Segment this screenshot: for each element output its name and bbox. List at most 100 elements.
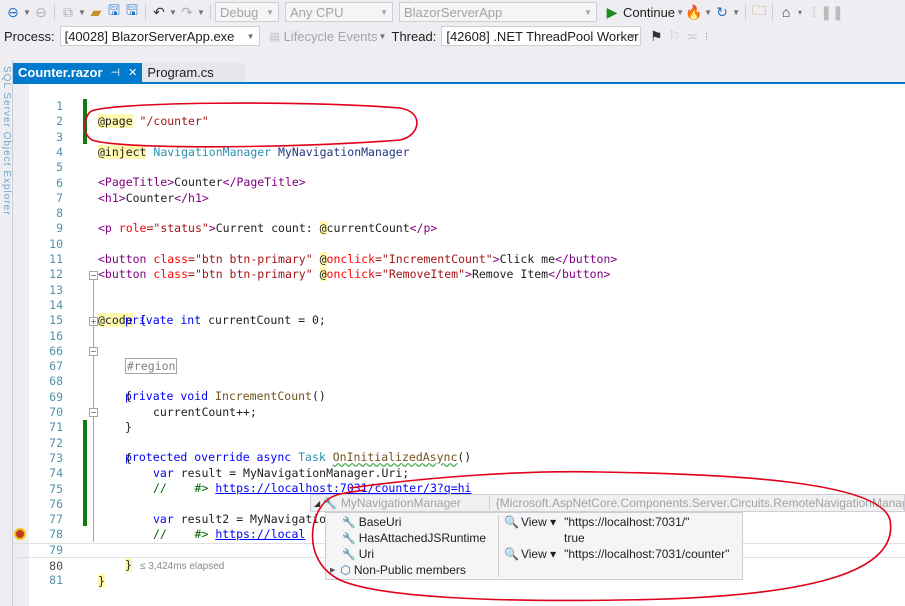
chevron-down-icon: ▼ — [246, 31, 255, 41]
continue-button[interactable]: Continue — [623, 5, 675, 20]
sql-server-object-explorer-tab[interactable]: SQL Server Object Explorer — [1, 66, 12, 216]
code-line: 7 — [13, 176, 905, 205]
redo-dropdown[interactable]: ▼ — [196, 8, 206, 17]
flag-all-threads-icon[interactable]: ⚐ — [665, 27, 683, 45]
debug-location-toolbar: Process: [40028] BlazorServerApp.exe ▼ ▤ … — [0, 24, 905, 48]
window-home-icon[interactable]: ⌂ — [777, 3, 795, 21]
member-value[interactable]: "https://localhost:7031/" — [564, 515, 689, 529]
hot-reload-flame-icon[interactable]: 🔥 — [685, 3, 703, 21]
navigate-forward-icon[interactable]: ⊖ — [32, 3, 50, 21]
collapse-icon[interactable]: − — [89, 408, 98, 418]
lock-wrench-icon: 🔧 — [323, 497, 337, 510]
lifecycle-events-dropdown[interactable]: ▼ — [378, 32, 388, 41]
find-in-files-folder-icon[interactable]: 🗀 — [750, 2, 768, 21]
document-tabs: Counter.razor ⊣ ✕ Program.cs — [13, 63, 246, 82]
search-icon[interactable]: 🔍 — [504, 515, 519, 529]
member-value[interactable]: "https://localhost:7031/counter" — [564, 547, 729, 561]
save-icon[interactable]: 🖫 — [105, 2, 123, 21]
pin-icon[interactable]: ⊣ — [111, 66, 121, 79]
toolbar-overflow-icon[interactable]: ⋮ — [701, 32, 711, 41]
toolbar-overflow-icon[interactable]: ▾ — [795, 8, 805, 17]
expand-icon[interactable]: + — [89, 316, 98, 326]
tab-program-cs[interactable]: Program.cs — [142, 63, 246, 82]
lifecycle-events-button[interactable]: Lifecycle Events — [284, 29, 378, 44]
toolbar-separator — [745, 4, 747, 20]
datatip-row[interactable]: 🔧 Uri 🔍 View ▾ "https://localhost:7031/coun… — [326, 546, 742, 562]
code-line: 1 @page "/counter" — [13, 84, 905, 128]
code-line: 6 <h1>Counter</h1> — [13, 161, 905, 205]
show-threads-in-source-icon[interactable]: ≍ — [683, 27, 701, 45]
search-icon[interactable]: 🔍 — [504, 547, 519, 561]
datatip-expression-value: {Microsoft.AspNetCore.Components.Server.… — [495, 496, 904, 510]
member-name: Uri — [358, 547, 375, 561]
pause-icon[interactable]: ❚❚ — [820, 3, 843, 21]
continue-play-icon[interactable]: ▶ — [603, 3, 621, 21]
code-line: 12 — [13, 252, 905, 281]
thread-combo[interactable]: [42608] .NET ThreadPool Worker ▼ — [441, 26, 642, 46]
redo-icon[interactable]: ↷ — [178, 3, 196, 21]
new-project-icon[interactable]: ⧉ — [59, 3, 77, 21]
solution-platform-combo[interactable]: Any CPU ▼ — [285, 2, 393, 22]
standard-toolbar: ⊖ ▼ ⊖ ⧉ ▼ ▰ 🖫 🖫 ↶ ▼ ↷ ▼ Debug ▼ Any CPU ▼ … — [0, 0, 905, 24]
code-line: 10 <button class="btn btn-primary" @oncl… — [13, 222, 905, 266]
process-combo[interactable]: [40028] BlazorServerApp.exe ▼ — [59, 26, 260, 46]
expand-arrow-icon[interactable]: ▶ — [330, 566, 335, 574]
collapse-icon[interactable]: − — [89, 270, 98, 280]
datatip-row[interactable]: 🔧 HasAttachedJSRuntime true — [326, 530, 742, 546]
code-line: 67 − private void IncrementCount() — [13, 344, 905, 403]
restart-dropdown[interactable]: ▼ — [731, 8, 741, 17]
code-line: 13 − @code { — [13, 268, 905, 327]
datatip-divider — [488, 496, 490, 510]
view-visualizer-button[interactable]: View ▾ — [521, 515, 556, 529]
datatip-header[interactable]: ◢ 🔧 MyNavigationManager {Microsoft.AspNe… — [310, 494, 905, 512]
property-wrench-icon: 🔧 — [342, 516, 356, 529]
navigate-back-icon[interactable]: ⊖ — [4, 3, 22, 21]
code-line: 66 — [13, 329, 905, 358]
open-folder-icon[interactable]: ▰ — [87, 3, 105, 21]
member-name: Non-Public members — [353, 563, 466, 577]
navigate-back-dropdown[interactable]: ▼ — [22, 8, 32, 17]
token: } — [98, 574, 105, 588]
undo-icon[interactable]: ↶ — [150, 3, 168, 21]
collapse-icon[interactable]: − — [89, 347, 98, 357]
startup-project-combo[interactable]: BlazorServerApp ▼ — [399, 2, 597, 22]
current-statement-breakpoint-icon[interactable] — [14, 528, 26, 540]
expand-collapse-icon[interactable]: ◢ — [314, 499, 320, 508]
code-line: 75 — [13, 467, 905, 496]
lifecycle-events-icon: ▤ — [269, 30, 280, 43]
member-value[interactable]: true — [564, 531, 585, 545]
continue-dropdown[interactable]: ▼ — [675, 8, 685, 17]
datatip-row[interactable]: 🔧 BaseUri 🔍 View ▾ "https://localhost:7031/… — [326, 514, 742, 530]
thread-label: Thread: — [391, 28, 437, 44]
undo-dropdown[interactable]: ▼ — [168, 8, 178, 17]
non-public-members-icon: ⬡ — [340, 563, 351, 577]
code-line: 8 <p role="status">Current count: @curre… — [13, 191, 905, 236]
flag-thread-icon[interactable]: ⚑ — [647, 27, 665, 45]
code-line: 73 var result = MyNavigationManager.Uri; — [13, 436, 905, 480]
process-value: [40028] BlazorServerApp.exe — [64, 28, 235, 44]
datatip-row[interactable]: ▶ ⬡ Non-Public members — [326, 562, 742, 578]
member-name: HasAttachedJSRuntime — [358, 531, 487, 545]
tab-label: Program.cs — [147, 65, 214, 80]
code-line: 3 @inject NavigationManager MyNavigation… — [13, 115, 905, 159]
toolbar-separator — [54, 4, 55, 20]
property-wrench-icon: 🔧 — [342, 532, 356, 545]
startup-project-value: BlazorServerApp — [404, 4, 503, 20]
code-line: 70 } — [13, 390, 905, 434]
view-visualizer-button[interactable]: View ▾ — [521, 547, 556, 561]
hot-reload-dropdown[interactable]: ▼ — [703, 8, 713, 17]
code-line: 14 private int currentCount = 0; — [13, 283, 905, 327]
solution-configuration-combo[interactable]: Debug ▼ — [215, 2, 279, 22]
save-all-icon[interactable]: 🖫 — [123, 2, 141, 21]
code-line: 68 { — [13, 359, 905, 403]
member-name: BaseUri — [358, 515, 402, 529]
tab-counter-razor[interactable]: Counter.razor ⊣ ✕ — [13, 63, 143, 82]
code-line: 69 currentCount++; — [13, 375, 905, 419]
process-label: Process: — [4, 28, 55, 44]
code-line: 2 — [13, 99, 905, 128]
chevron-down-icon: ▼ — [628, 31, 637, 41]
code-line: 5 <PageTitle>Counter</PageTitle> — [13, 145, 905, 189]
close-icon[interactable]: ✕ — [128, 66, 137, 79]
restart-icon[interactable]: ↻ — [713, 3, 731, 21]
new-item-dropdown[interactable]: ▼ — [77, 8, 87, 17]
